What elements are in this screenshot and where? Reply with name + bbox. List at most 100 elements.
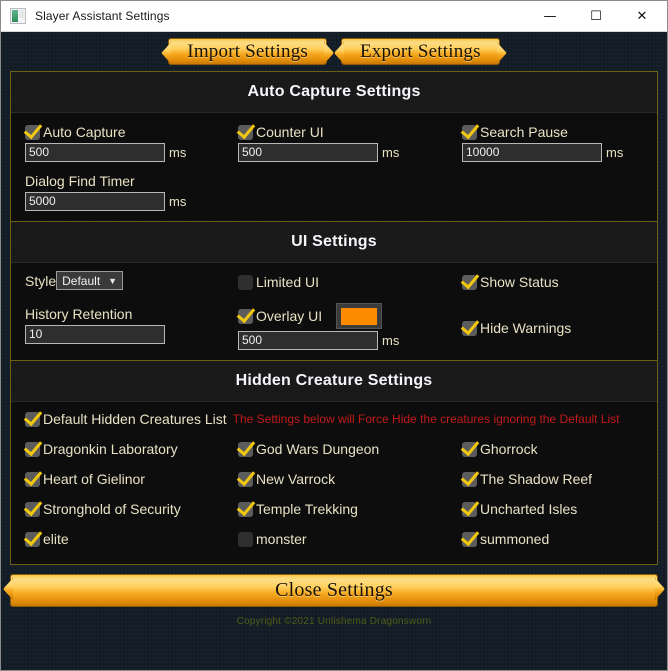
panel-body-hidden-creatures: Default Hidden Creatures List The Settin… [11, 402, 657, 564]
input-history-retention[interactable]: 10 [25, 325, 165, 344]
creature-label: New Varrock [256, 471, 336, 487]
creature-item-dragonkin-laboratory[interactable]: Dragonkin Laboratory [25, 438, 238, 460]
creature-item-god-wars-dungeon[interactable]: God Wars Dungeon [238, 438, 462, 460]
app-body: Import Settings Export Settings Auto Cap… [1, 32, 667, 670]
creature-item-new-varrock[interactable]: New Varrock [238, 468, 462, 490]
input-search-pause-ms[interactable]: 10000 [462, 143, 602, 162]
checkbox-the-shadow-reef[interactable] [462, 471, 477, 487]
auto-capture-checkbox-row[interactable]: Auto Capture [25, 121, 238, 143]
auto-capture-row-1: Auto Capture 500 ms Counter UI 500 ms Se… [25, 121, 643, 162]
input-overlay-ui-ms[interactable]: 500 [238, 331, 378, 350]
checkbox-overlay-ui[interactable] [238, 308, 253, 324]
settings-panels: Auto Capture Settings Auto Capture 500 m… [10, 71, 658, 565]
unit-counter-ui: ms [382, 145, 400, 160]
creature-row: Heart of Gielinor New Varrock The Shadow… [25, 464, 643, 494]
checkbox-monster[interactable] [238, 531, 253, 547]
label-hide-warnings: Hide Warnings [480, 320, 572, 336]
input-dialog-find-timer[interactable]: 5000 [25, 192, 165, 211]
creature-row: Stronghold of Security Temple Trekking U… [25, 494, 643, 524]
creature-row: elite monster summoned [25, 524, 643, 554]
creature-item-temple-trekking[interactable]: Temple Trekking [238, 498, 462, 520]
panel-auto-capture: Auto Capture Settings Auto Capture 500 m… [11, 72, 657, 221]
checkbox-dragonkin-laboratory[interactable] [25, 441, 40, 457]
history-retention-input-row: 10 [25, 325, 238, 344]
creature-item-summoned[interactable]: summoned [462, 528, 668, 550]
overlay-color-button[interactable] [336, 303, 383, 329]
maximize-icon[interactable]: ☐ [573, 1, 619, 31]
creature-item-monster[interactable]: monster [238, 528, 462, 550]
minimize-icon[interactable]: — [527, 1, 573, 31]
auto-capture-row-2: Dialog Find Timer 5000 ms [25, 170, 643, 211]
style-row: Style Default ▼ [25, 271, 238, 290]
field-hide-warnings: Hide Warnings [462, 303, 668, 339]
creature-label: Uncharted Isles [480, 501, 578, 517]
creature-cell: Stronghold of Security [25, 494, 238, 524]
checkbox-new-varrock[interactable] [238, 471, 253, 487]
dialog-find-timer-label-row: Dialog Find Timer [25, 170, 238, 192]
import-settings-button[interactable]: Import Settings [168, 38, 327, 65]
ui-settings-row-1: Style Default ▼ Limited UI Show Status [25, 271, 643, 293]
hidden-creatures-warning-text: The Settings below will Force Hide the c… [232, 412, 620, 426]
checkbox-limited-ui[interactable] [238, 274, 253, 290]
field-search-pause: Search Pause 10000 ms [462, 121, 668, 162]
checkbox-uncharted-isles[interactable] [462, 501, 477, 517]
panel-body-auto-capture: Auto Capture 500 ms Counter UI 500 ms Se… [11, 113, 657, 221]
label-search-pause: Search Pause [480, 124, 568, 140]
creature-item-ghorrock[interactable]: Ghorrock [462, 438, 668, 460]
creature-label: Heart of Gielinor [43, 471, 145, 487]
field-style: Style Default ▼ [25, 271, 238, 290]
close-settings-button[interactable]: Close Settings [10, 574, 658, 607]
checkbox-search-pause[interactable] [462, 124, 477, 140]
ui-settings-row-2: History Retention 10 Overlay UI 500 ms H… [25, 303, 643, 350]
checkbox-temple-trekking[interactable] [238, 501, 253, 517]
close-icon[interactable]: ✕ [619, 1, 665, 31]
creature-item-the-shadow-reef[interactable]: The Shadow Reef [462, 468, 668, 490]
overlay-ui-checkbox-row[interactable]: Overlay UI [238, 303, 462, 329]
panel-title: UI Settings [291, 233, 377, 250]
creature-item-heart-of-gielinor[interactable]: Heart of Gielinor [25, 468, 238, 490]
checkbox-stronghold-of-security[interactable] [25, 501, 40, 517]
search-pause-checkbox-row[interactable]: Search Pause [462, 121, 668, 143]
creature-item-uncharted-isles[interactable]: Uncharted Isles [462, 498, 668, 520]
checkbox-ghorrock[interactable] [462, 441, 477, 457]
checkbox-counter-ui[interactable] [238, 124, 253, 140]
input-auto-capture-ms[interactable]: 500 [25, 143, 165, 162]
hide-warnings-checkbox-row[interactable]: Hide Warnings [462, 317, 668, 339]
label-dialog-find-timer: Dialog Find Timer [25, 173, 135, 189]
counter-ui-input-row: 500 ms [238, 143, 462, 162]
creature-cell: elite [25, 524, 238, 554]
checkbox-elite[interactable] [25, 531, 40, 547]
auto-capture-input-row: 500 ms [25, 143, 238, 162]
counter-ui-checkbox-row[interactable]: Counter UI [238, 121, 462, 143]
panel-ui-settings: UI Settings Style Default ▼ Limited UI S… [11, 221, 657, 360]
creature-item-stronghold-of-security[interactable]: Stronghold of Security [25, 498, 238, 520]
creature-item-elite[interactable]: elite [25, 528, 238, 550]
label-style: Style [25, 272, 57, 289]
checkbox-god-wars-dungeon[interactable] [238, 441, 253, 457]
unit-dialog-find-timer: ms [169, 194, 187, 209]
creature-cell: monster [238, 524, 462, 554]
checkbox-hide-warnings[interactable] [462, 320, 477, 336]
show-status-checkbox-row[interactable]: Show Status [462, 271, 668, 293]
unit-search-pause: ms [606, 145, 624, 160]
select-style[interactable]: Default ▼ [56, 271, 124, 290]
checkbox-summoned[interactable] [462, 531, 477, 547]
limited-ui-checkbox-row[interactable]: Limited UI [238, 271, 462, 293]
field-auto-capture: Auto Capture 500 ms [25, 121, 238, 162]
creature-cell: summoned [462, 524, 668, 554]
default-hidden-creatures-row[interactable]: Default Hidden Creatures List The Settin… [25, 408, 643, 430]
checkbox-show-status[interactable] [462, 274, 477, 290]
export-settings-button[interactable]: Export Settings [341, 38, 500, 65]
overlay-color-swatch [341, 307, 378, 325]
copyright-text: Copyright ©2021 Unlishema Dragonsworn [236, 616, 432, 627]
creature-cell: Temple Trekking [238, 494, 462, 524]
creature-cell: God Wars Dungeon [238, 434, 462, 464]
checkbox-auto-capture[interactable] [25, 124, 40, 140]
creature-label: Ghorrock [480, 441, 538, 457]
checkbox-default-hidden-creatures[interactable] [25, 411, 40, 427]
creature-cell: Dragonkin Laboratory [25, 434, 238, 464]
input-counter-ui-ms[interactable]: 500 [238, 143, 378, 162]
creature-cell: Uncharted Isles [462, 494, 668, 524]
footer: Close Settings Copyright ©2021 Unlishema… [10, 565, 658, 670]
checkbox-heart-of-gielinor[interactable] [25, 471, 40, 487]
